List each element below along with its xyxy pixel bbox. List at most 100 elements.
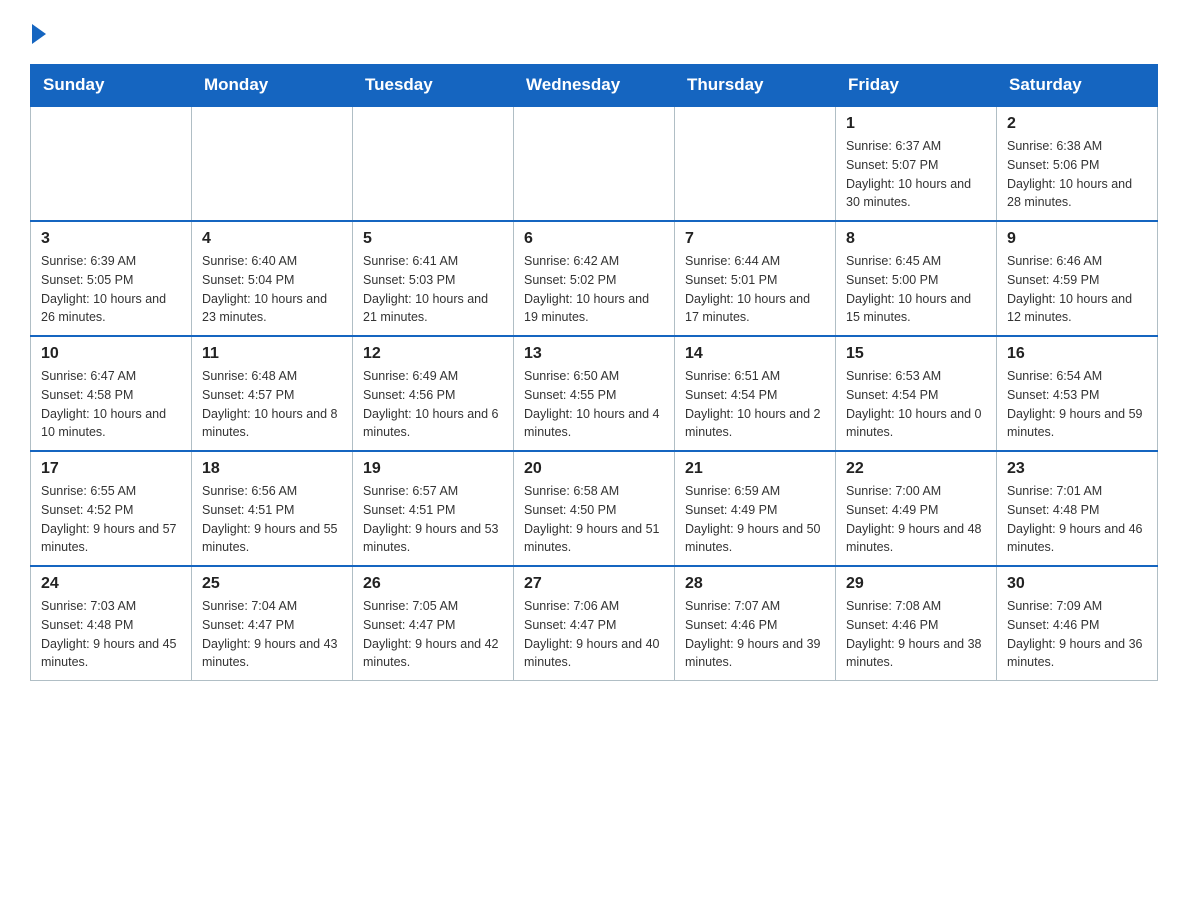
- calendar-cell: [514, 106, 675, 221]
- calendar-cell: 11Sunrise: 6:48 AM Sunset: 4:57 PM Dayli…: [192, 336, 353, 451]
- day-number: 9: [1007, 230, 1147, 248]
- week-row-5: 24 Sunrise: 7:03 AM Sunset: 4:48 PM Dayli…: [31, 566, 1158, 681]
- weekday-header-row: SundayMondayTuesdayWednesdayThursdayFrid…: [31, 65, 1158, 107]
- calendar-cell: [675, 106, 836, 221]
- day-info: Sunrise: 6:40 AM Sunset: 5:04 PM Dayligh…: [202, 252, 342, 327]
- day-number: 27: [524, 575, 664, 593]
- weekday-header-tuesday: Tuesday: [353, 65, 514, 107]
- logo: [30, 20, 46, 44]
- week-row-4: 17 Sunrise: 6:55 AM Sunset: 4:52 PM Dayli…: [31, 451, 1158, 566]
- day-number: 5: [363, 230, 503, 248]
- calendar-cell: 22Sunrise: 7:00 AM Sunset: 4:49 PM Dayli…: [836, 451, 997, 566]
- calendar-cell: 21 Sunrise: 6:59 AM Sunset: 4:49 PM Dayli…: [675, 451, 836, 566]
- day-info: Sunrise: 6:46 AM Sunset: 4:59 PM Dayligh…: [1007, 252, 1147, 327]
- day-info: Sunrise: 6:45 AM Sunset: 5:00 PM Dayligh…: [846, 252, 986, 327]
- logo-arrow-icon: [32, 24, 46, 44]
- calendar-cell: 6 Sunrise: 6:42 AM Sunset: 5:02 PM Daylig…: [514, 221, 675, 336]
- day-info: Sunrise: 6:53 AM Sunset: 4:54 PM Dayligh…: [846, 367, 986, 442]
- day-info: Sunrise: 6:49 AM Sunset: 4:56 PM Dayligh…: [363, 367, 503, 442]
- calendar-cell: [31, 106, 192, 221]
- weekday-header-sunday: Sunday: [31, 65, 192, 107]
- day-info: Sunrise: 6:57 AM Sunset: 4:51 PM Dayligh…: [363, 482, 503, 557]
- day-info: Sunrise: 6:59 AM Sunset: 4:49 PM Dayligh…: [685, 482, 825, 557]
- day-info: Sunrise: 6:48 AM Sunset: 4:57 PM Dayligh…: [202, 367, 342, 442]
- day-info: Sunrise: 7:09 AM Sunset: 4:46 PM Dayligh…: [1007, 597, 1147, 672]
- day-number: 10: [41, 345, 181, 363]
- calendar-cell: 28Sunrise: 7:07 AM Sunset: 4:46 PM Dayli…: [675, 566, 836, 681]
- day-info: Sunrise: 6:44 AM Sunset: 5:01 PM Dayligh…: [685, 252, 825, 327]
- day-info: Sunrise: 7:00 AM Sunset: 4:49 PM Dayligh…: [846, 482, 986, 557]
- calendar-cell: 3 Sunrise: 6:39 AM Sunset: 5:05 PM Daylig…: [31, 221, 192, 336]
- day-number: 21: [685, 460, 825, 478]
- weekday-header-monday: Monday: [192, 65, 353, 107]
- weekday-header-thursday: Thursday: [675, 65, 836, 107]
- day-number: 20: [524, 460, 664, 478]
- calendar-cell: 30 Sunrise: 7:09 AM Sunset: 4:46 PM Dayli…: [997, 566, 1158, 681]
- day-info: Sunrise: 7:05 AM Sunset: 4:47 PM Dayligh…: [363, 597, 503, 672]
- day-number: 24: [41, 575, 181, 593]
- week-row-1: 1 Sunrise: 6:37 AM Sunset: 5:07 PM Daylig…: [31, 106, 1158, 221]
- day-info: Sunrise: 6:37 AM Sunset: 5:07 PM Dayligh…: [846, 137, 986, 212]
- day-number: 7: [685, 230, 825, 248]
- calendar-cell: 27 Sunrise: 7:06 AM Sunset: 4:47 PM Dayli…: [514, 566, 675, 681]
- calendar-cell: 19Sunrise: 6:57 AM Sunset: 4:51 PM Dayli…: [353, 451, 514, 566]
- day-info: Sunrise: 6:42 AM Sunset: 5:02 PM Dayligh…: [524, 252, 664, 327]
- calendar-table: SundayMondayTuesdayWednesdayThursdayFrid…: [30, 64, 1158, 681]
- day-info: Sunrise: 6:50 AM Sunset: 4:55 PM Dayligh…: [524, 367, 664, 442]
- week-row-2: 3 Sunrise: 6:39 AM Sunset: 5:05 PM Daylig…: [31, 221, 1158, 336]
- day-number: 30: [1007, 575, 1147, 593]
- day-number: 14: [685, 345, 825, 363]
- day-number: 8: [846, 230, 986, 248]
- calendar-cell: 8 Sunrise: 6:45 AM Sunset: 5:00 PM Daylig…: [836, 221, 997, 336]
- day-number: 16: [1007, 345, 1147, 363]
- day-number: 23: [1007, 460, 1147, 478]
- day-info: Sunrise: 6:58 AM Sunset: 4:50 PM Dayligh…: [524, 482, 664, 557]
- calendar-cell: 24 Sunrise: 7:03 AM Sunset: 4:48 PM Dayli…: [31, 566, 192, 681]
- day-info: Sunrise: 6:51 AM Sunset: 4:54 PM Dayligh…: [685, 367, 825, 442]
- day-number: 6: [524, 230, 664, 248]
- day-info: Sunrise: 6:55 AM Sunset: 4:52 PM Dayligh…: [41, 482, 181, 557]
- weekday-header-wednesday: Wednesday: [514, 65, 675, 107]
- day-info: Sunrise: 6:56 AM Sunset: 4:51 PM Dayligh…: [202, 482, 342, 557]
- day-number: 4: [202, 230, 342, 248]
- weekday-header-friday: Friday: [836, 65, 997, 107]
- day-info: Sunrise: 7:06 AM Sunset: 4:47 PM Dayligh…: [524, 597, 664, 672]
- calendar-cell: 17 Sunrise: 6:55 AM Sunset: 4:52 PM Dayli…: [31, 451, 192, 566]
- day-number: 1: [846, 115, 986, 133]
- day-info: Sunrise: 7:07 AM Sunset: 4:46 PM Dayligh…: [685, 597, 825, 672]
- day-info: Sunrise: 6:41 AM Sunset: 5:03 PM Dayligh…: [363, 252, 503, 327]
- calendar-cell: 14 Sunrise: 6:51 AM Sunset: 4:54 PM Dayli…: [675, 336, 836, 451]
- weekday-header-saturday: Saturday: [997, 65, 1158, 107]
- day-info: Sunrise: 6:39 AM Sunset: 5:05 PM Dayligh…: [41, 252, 181, 327]
- day-number: 17: [41, 460, 181, 478]
- day-number: 15: [846, 345, 986, 363]
- day-info: Sunrise: 6:54 AM Sunset: 4:53 PM Dayligh…: [1007, 367, 1147, 442]
- day-number: 25: [202, 575, 342, 593]
- calendar-cell: 13Sunrise: 6:50 AM Sunset: 4:55 PM Dayli…: [514, 336, 675, 451]
- calendar-cell: [192, 106, 353, 221]
- calendar-cell: 2Sunrise: 6:38 AM Sunset: 5:06 PM Daylig…: [997, 106, 1158, 221]
- day-number: 2: [1007, 115, 1147, 133]
- day-number: 26: [363, 575, 503, 593]
- calendar-cell: 29 Sunrise: 7:08 AM Sunset: 4:46 PM Dayli…: [836, 566, 997, 681]
- day-number: 3: [41, 230, 181, 248]
- calendar-cell: 7 Sunrise: 6:44 AM Sunset: 5:01 PM Daylig…: [675, 221, 836, 336]
- logo-blue-section: [30, 20, 46, 44]
- calendar-cell: 15 Sunrise: 6:53 AM Sunset: 4:54 PM Dayli…: [836, 336, 997, 451]
- day-info: Sunrise: 7:01 AM Sunset: 4:48 PM Dayligh…: [1007, 482, 1147, 557]
- day-number: 29: [846, 575, 986, 593]
- calendar-cell: 10Sunrise: 6:47 AM Sunset: 4:58 PM Dayli…: [31, 336, 192, 451]
- page-header: [0, 0, 1188, 54]
- day-info: Sunrise: 7:04 AM Sunset: 4:47 PM Dayligh…: [202, 597, 342, 672]
- day-number: 12: [363, 345, 503, 363]
- calendar-cell: 26 Sunrise: 7:05 AM Sunset: 4:47 PM Dayli…: [353, 566, 514, 681]
- calendar-cell: 23 Sunrise: 7:01 AM Sunset: 4:48 PM Dayli…: [997, 451, 1158, 566]
- week-row-3: 10Sunrise: 6:47 AM Sunset: 4:58 PM Dayli…: [31, 336, 1158, 451]
- day-info: Sunrise: 7:03 AM Sunset: 4:48 PM Dayligh…: [41, 597, 181, 672]
- calendar-cell: 5 Sunrise: 6:41 AM Sunset: 5:03 PM Daylig…: [353, 221, 514, 336]
- day-info: Sunrise: 7:08 AM Sunset: 4:46 PM Dayligh…: [846, 597, 986, 672]
- calendar-cell: 25 Sunrise: 7:04 AM Sunset: 4:47 PM Dayli…: [192, 566, 353, 681]
- calendar-cell: 16 Sunrise: 6:54 AM Sunset: 4:53 PM Dayli…: [997, 336, 1158, 451]
- calendar-cell: [353, 106, 514, 221]
- day-number: 18: [202, 460, 342, 478]
